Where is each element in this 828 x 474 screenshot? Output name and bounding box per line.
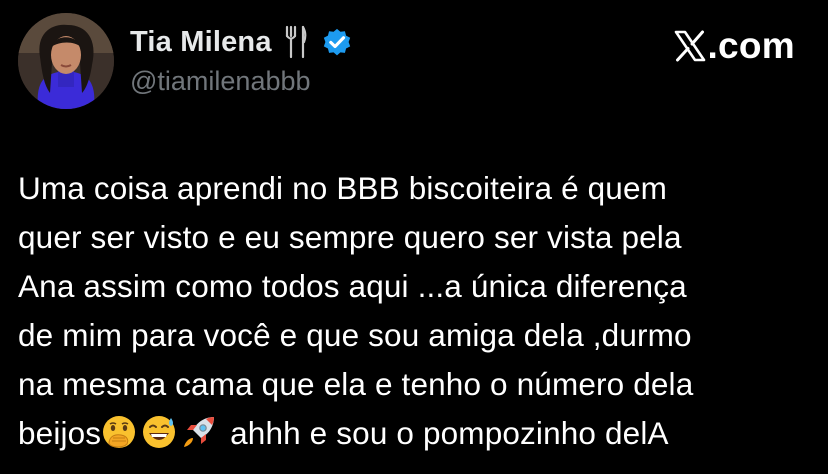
verified-badge-icon[interactable] — [320, 25, 354, 59]
handle[interactable]: @tiamilenabbb — [130, 66, 311, 97]
profile-photo — [18, 13, 114, 109]
rocket-icon — [181, 414, 217, 450]
brand-text: .com — [707, 25, 795, 66]
tweet-line: Ana assim como todos aqui ...a única dif… — [18, 268, 687, 304]
avatar[interactable] — [18, 13, 114, 109]
tweet-line-prefix: beijos — [18, 415, 102, 451]
grinning-sweat-icon — [141, 414, 177, 450]
display-name[interactable]: Tia Milena — [130, 26, 272, 59]
brand-watermark: .com — [674, 24, 795, 68]
face-with-hand-over-mouth-icon — [101, 414, 137, 450]
tweet-line: Uma coisa aprendi no BBB biscoiteira é q… — [18, 170, 668, 206]
tweet-last-line: beijos ahhh e sou o pompozinho delA — [18, 409, 818, 458]
name-row: Tia Milena — [130, 22, 354, 62]
tweet-line: quer ser visto e eu sempre quero ser vis… — [18, 219, 682, 255]
tweet-text: Uma coisa aprendi no BBB biscoiteira é q… — [18, 164, 818, 458]
fork-and-knife-icon — [285, 25, 307, 59]
tweet-line: de mim para você e que sou amiga dela ,d… — [18, 317, 692, 353]
tweet-line: na mesma cama que ela e tenho o número d… — [18, 366, 694, 402]
tweet-line-suffix: ahhh e sou o pompozinho delA — [221, 415, 669, 451]
x-logo-icon — [675, 30, 706, 62]
